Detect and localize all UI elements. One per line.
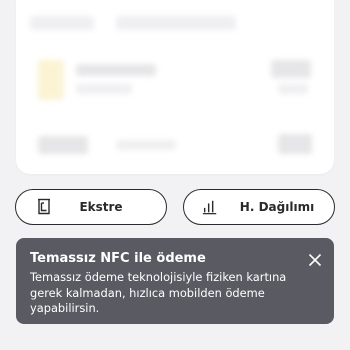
statement-button[interactable]: Ekstre (15, 189, 167, 225)
blurred-text (116, 140, 176, 150)
blurred-text (271, 60, 311, 78)
close-icon[interactable] (308, 252, 322, 267)
screen: Ekstre H. Dağılımı Temassız NFC ile ödem… (0, 0, 350, 350)
nfc-info-toast: Temassız NFC ile ödeme Temassız ödeme te… (16, 238, 334, 324)
blurred-text (38, 136, 88, 154)
blurred-text (278, 84, 308, 94)
blurred-card (16, 0, 334, 174)
blurred-logo (38, 60, 64, 100)
blurred-text (76, 84, 132, 94)
blurred-text (76, 64, 156, 76)
toast-title: Temassız NFC ile ödeme (30, 251, 206, 266)
distribution-button[interactable]: H. Dağılımı (183, 189, 335, 225)
blurred-text (278, 134, 312, 154)
blurred-text (116, 16, 236, 30)
distribution-label: H. Dağılımı (239, 200, 315, 214)
toast-body: Temassız ödeme teknolojisiyle fiziken ka… (30, 270, 287, 315)
statement-label: Ekstre (79, 200, 123, 214)
blurred-text (30, 16, 94, 30)
